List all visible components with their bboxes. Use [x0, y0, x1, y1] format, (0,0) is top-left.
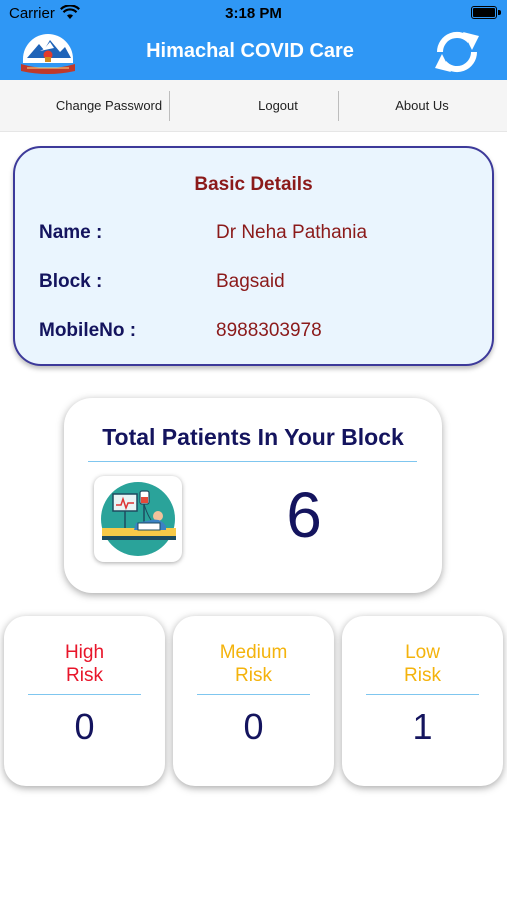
app-title: Himachal COVID Care	[146, 40, 354, 62]
menu-bar: Change Password Logout About Us	[0, 80, 507, 132]
mobile-value: 8988303978	[216, 320, 322, 341]
high-risk-label: High Risk	[4, 641, 165, 687]
medium-risk-label-line1: Medium	[219, 642, 288, 663]
low-risk-label-line1: Low	[405, 642, 440, 663]
menu-divider	[169, 91, 170, 121]
total-patients-count: 6	[286, 479, 322, 551]
block-value: Bagsaid	[216, 271, 285, 292]
high-risk-card[interactable]: High Risk 0	[4, 616, 165, 786]
about-us-button[interactable]: About Us	[370, 80, 474, 132]
title-underline	[88, 461, 417, 462]
high-risk-label-line2: Risk	[66, 665, 103, 686]
low-risk-card[interactable]: Low Risk 1	[342, 616, 503, 786]
low-risk-label-line2: Risk	[404, 665, 441, 686]
status-bar: Carrier 3:18 PM	[0, 0, 507, 26]
basic-details-title: Basic Details	[194, 174, 313, 195]
medium-risk-label: Medium Risk	[173, 641, 334, 687]
block-label: Block :	[39, 271, 103, 292]
menu-divider	[338, 91, 339, 121]
high-risk-count: 0	[74, 706, 95, 747]
battery-icon	[471, 6, 497, 19]
logout-button[interactable]: Logout	[214, 80, 342, 132]
medium-risk-underline	[197, 694, 310, 695]
top-bar: Carrier 3:18 PM Himachal COVID Care	[0, 0, 507, 80]
medium-risk-count: 0	[243, 706, 264, 747]
screen: Carrier 3:18 PM Himachal COVID Care Chan…	[0, 0, 507, 900]
basic-details-card: Basic Details Name : Dr Neha Pathania Bl…	[13, 146, 494, 366]
total-patients-card[interactable]: Total Patients In Your Block 6	[64, 398, 442, 593]
low-risk-label: Low Risk	[342, 641, 503, 687]
refresh-icon[interactable]	[432, 28, 482, 76]
high-risk-label-line1: High	[64, 642, 105, 663]
status-time: 3:18 PM	[225, 5, 282, 22]
medium-risk-card[interactable]: Medium Risk 0	[173, 616, 334, 786]
patient-icon-box	[94, 476, 182, 562]
low-risk-underline	[366, 694, 479, 695]
change-password-button[interactable]: Change Password	[40, 80, 178, 132]
name-value: Dr Neha Pathania	[216, 222, 368, 243]
mobile-label: MobileNo :	[39, 320, 137, 341]
low-risk-count: 1	[412, 706, 433, 747]
name-label: Name :	[39, 222, 103, 243]
patient-bed-icon	[101, 482, 176, 556]
battery-tip	[498, 10, 501, 15]
medium-risk-label-line2: Risk	[235, 665, 272, 686]
total-patients-title: Total Patients In Your Block	[102, 424, 404, 450]
high-risk-underline	[28, 694, 141, 695]
